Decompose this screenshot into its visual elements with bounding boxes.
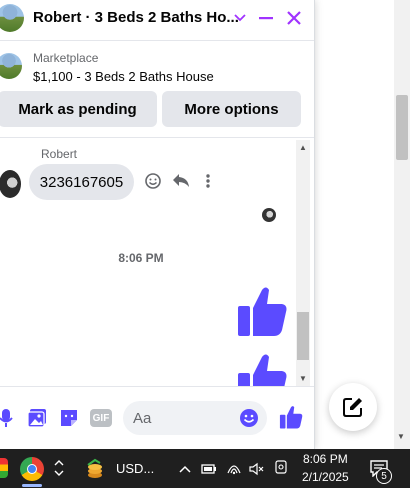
taskbar-overflow-icon[interactable] xyxy=(51,459,67,477)
mark-as-pending-button[interactable]: Mark as pending xyxy=(0,91,157,127)
more-options-button[interactable]: More options xyxy=(162,91,301,127)
message-bubble[interactable]: 3236167605 xyxy=(29,164,134,200)
close-icon[interactable] xyxy=(282,6,306,30)
notification-count-badge: 5 xyxy=(376,468,392,484)
divider xyxy=(0,137,314,138)
notification-count: 5 xyxy=(381,470,387,482)
stock-widget-label[interactable]: USD... xyxy=(116,461,154,476)
photo-icon[interactable] xyxy=(26,407,48,429)
thumbs-up-icon[interactable] xyxy=(236,286,288,336)
camera-privacy-icon[interactable] xyxy=(272,459,290,477)
sender-avatar[interactable] xyxy=(0,170,21,198)
listing-title[interactable]: $1,100 - 3 Beds 2 Baths House xyxy=(33,69,214,84)
compose-icon xyxy=(343,398,362,417)
stock-widget-icon[interactable] xyxy=(84,458,106,480)
battery-icon[interactable] xyxy=(200,460,218,478)
listing-label: Marketplace xyxy=(33,51,99,65)
page-scroll-down-arrow[interactable]: ▼ xyxy=(397,432,407,442)
clock-date[interactable]: 2/1/2025 xyxy=(302,470,349,484)
message-input-placeholder: Aa xyxy=(133,410,152,427)
scroll-down-arrow[interactable]: ▼ xyxy=(296,371,310,385)
minimize-icon[interactable] xyxy=(254,6,278,30)
chat-header: Robert · 3 Beds 2 Baths Ho... xyxy=(0,0,314,41)
microphone-icon[interactable] xyxy=(0,407,17,429)
emoji-icon[interactable] xyxy=(238,407,260,429)
new-message-button[interactable] xyxy=(329,383,377,431)
message-text: 3236167605 xyxy=(39,173,124,191)
more-icon[interactable] xyxy=(204,172,212,190)
show-hidden-icons-chevron[interactable] xyxy=(176,460,194,478)
message-timestamp: 8:06 PM xyxy=(118,251,164,265)
page-scrollbar[interactable] xyxy=(394,0,410,449)
scroll-up-arrow[interactable]: ▲ xyxy=(296,140,310,154)
page-scrollbar-thumb[interactable] xyxy=(396,95,408,160)
app-icon-colorful[interactable] xyxy=(0,458,8,478)
sender-name: Robert xyxy=(41,147,78,161)
taskbar: USD... 8:06 PM 2/1/2025 5 xyxy=(0,449,410,488)
chrome-icon[interactable] xyxy=(20,457,44,481)
gif-icon[interactable]: GIF xyxy=(90,407,112,429)
volume-muted-icon[interactable] xyxy=(248,460,266,478)
thumbs-up-icon[interactable] xyxy=(236,353,288,387)
wifi-icon[interactable] xyxy=(225,459,243,477)
read-receipt-avatar xyxy=(262,208,276,222)
reply-icon[interactable] xyxy=(171,172,191,190)
chevron-down-icon[interactable] xyxy=(228,6,252,30)
conversation-title[interactable]: Robert · 3 Beds 2 Baths Ho... xyxy=(33,9,239,26)
clock-time[interactable]: 8:06 PM xyxy=(303,452,348,466)
listing-avatar[interactable] xyxy=(0,4,24,32)
react-icon[interactable] xyxy=(144,172,162,190)
like-button-icon[interactable] xyxy=(279,405,303,429)
taskbar-active-indicator xyxy=(22,484,42,487)
chat-scrollbar-thumb[interactable] xyxy=(297,312,309,360)
sticker-icon[interactable] xyxy=(58,407,80,429)
gif-label: GIF xyxy=(90,409,112,427)
